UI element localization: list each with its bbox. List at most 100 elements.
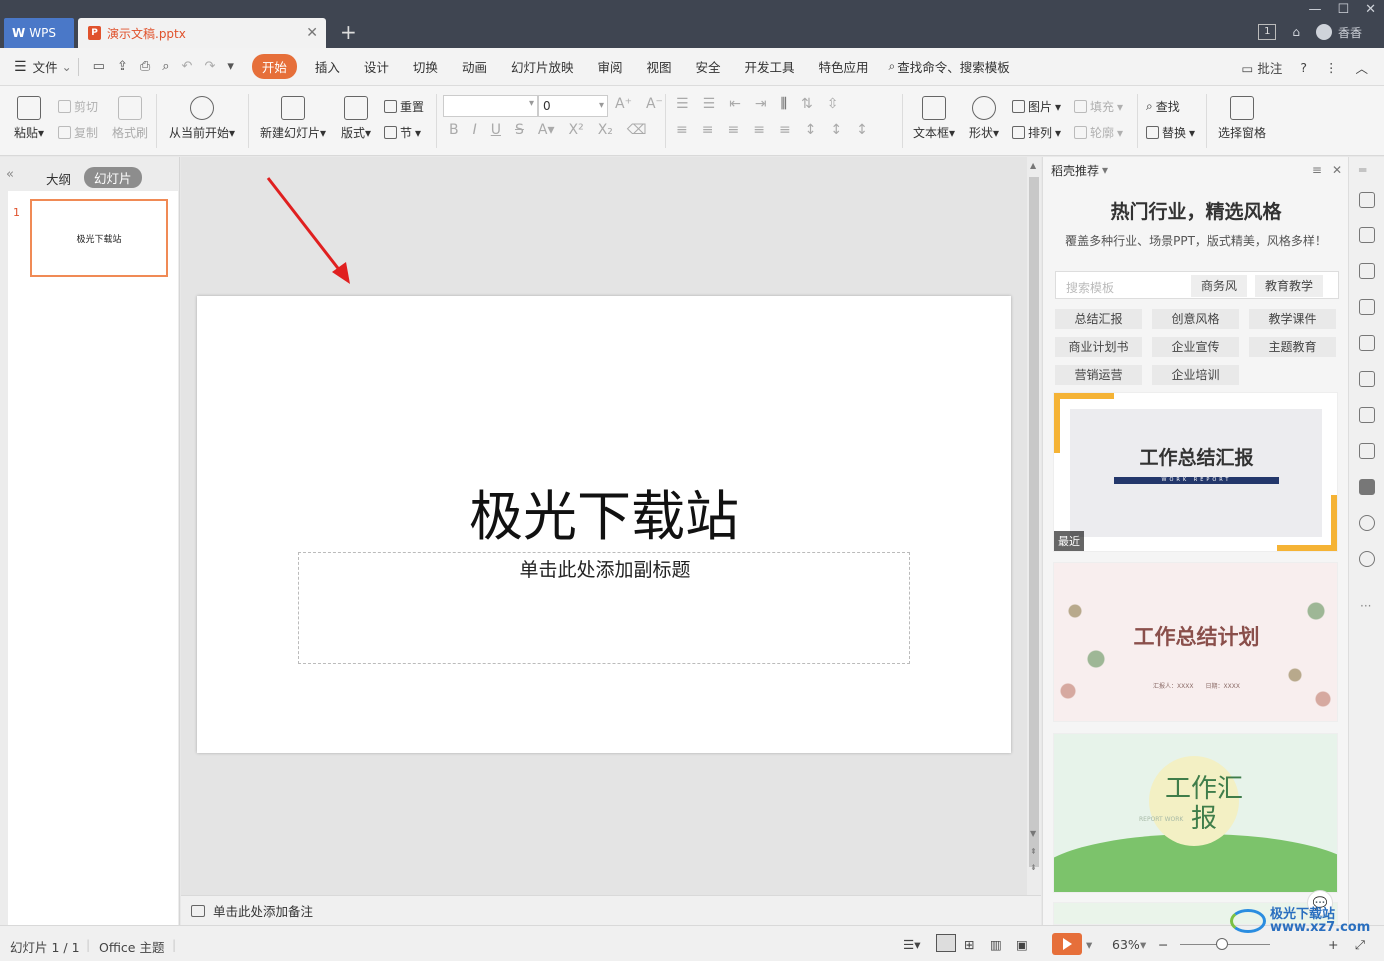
tab-view[interactable]: 视图 [634, 53, 683, 80]
scroll-up-icon[interactable]: ▲ [1030, 161, 1036, 170]
user-name[interactable]: 香香 [1338, 24, 1362, 41]
line-spacing-icon[interactable]: ↕ [805, 122, 817, 138]
increase-indent-icon[interactable]: ⇥ [755, 96, 767, 112]
tab-developer[interactable]: 开发工具 [733, 53, 807, 80]
redo-icon[interactable]: ↷ [204, 59, 215, 74]
next-slide-icon[interactable]: ⇟ [1030, 863, 1037, 872]
align-center-icon[interactable]: ≡ [702, 122, 714, 138]
tag-item[interactable]: 商业计划书 [1055, 337, 1142, 357]
shrink-font-icon[interactable]: A⁻ [646, 96, 663, 112]
minimize-icon[interactable]: — [1308, 2, 1321, 17]
subtitle-placeholder[interactable]: 单击此处添加副标题 [298, 552, 910, 664]
font-color-icon[interactable]: A▾ [538, 122, 555, 138]
template-search-input[interactable]: 搜索模板 商务风 教育教学 [1055, 271, 1339, 299]
arrange-button[interactable]: 排列 ▾ [1012, 124, 1061, 141]
customize-icon[interactable]: ▾ [227, 59, 234, 74]
decrease-indent-icon[interactable]: ⇤ [729, 96, 741, 112]
shapes-icon[interactable] [1359, 263, 1375, 279]
tab-insert[interactable]: 插入 [303, 53, 352, 80]
paste-button[interactable]: 粘贴▾ [12, 96, 46, 141]
slide-title[interactable]: 极光下载站 [197, 472, 1011, 551]
hamburger-icon[interactable]: ☰ [14, 59, 27, 75]
tag-item[interactable]: 主题教育 [1249, 337, 1336, 357]
superscript-icon[interactable]: X² [569, 122, 584, 138]
normal-view-icon[interactable] [936, 934, 956, 952]
template-card[interactable]: 工作汇报 REPORT WORK [1053, 733, 1338, 893]
audio-icon[interactable] [1359, 443, 1375, 459]
justify-icon[interactable]: ≡ [753, 122, 765, 138]
zoom-slider-handle[interactable] [1216, 938, 1228, 950]
zoom-out-icon[interactable]: − [1158, 937, 1168, 952]
file-menu[interactable]: 文件 [33, 57, 58, 76]
find-button[interactable]: ⌕ 查找 [1146, 98, 1180, 115]
chevron-down-icon[interactable]: ▾ [1140, 937, 1146, 952]
adjust-icon[interactable] [1359, 335, 1375, 351]
template-card[interactable]: 工作总结汇报 WORK REPORT 最近 [1053, 392, 1338, 552]
italic-icon[interactable]: I [473, 122, 477, 138]
tag-item[interactable]: 企业培训 [1152, 365, 1239, 385]
font-size-select[interactable]: 0 ▾ [538, 95, 608, 117]
prev-slide-icon[interactable]: ⇞ [1030, 847, 1037, 856]
image-search-icon[interactable] [1359, 371, 1375, 387]
fill-button[interactable]: 填充 ▾ [1074, 98, 1123, 115]
zoom-level[interactable]: 63% [1112, 937, 1140, 952]
paragraph-settings-icon[interactable]: ↕ [856, 122, 868, 138]
window-count-badge[interactable]: 1 [1258, 24, 1277, 40]
history-icon[interactable] [1359, 515, 1375, 531]
font-family-select[interactable]: ▾ [443, 95, 538, 117]
paragraph-spacing-icon[interactable]: ↕ [830, 122, 842, 138]
close-tab-icon[interactable]: ✕ [306, 25, 318, 41]
textbox-button[interactable]: 文本框▾ [910, 96, 958, 141]
more-icon[interactable]: ⋮ [1325, 60, 1338, 75]
shape-button[interactable]: 形状▾ [966, 96, 1002, 141]
tab-outline[interactable]: 大纲 [46, 169, 71, 188]
tag-item[interactable]: 营销运营 [1055, 365, 1142, 385]
replace-button[interactable]: 替换 ▾ [1146, 124, 1195, 141]
more-icon[interactable]: ··· [1360, 599, 1371, 613]
reset-button[interactable]: 重置 [384, 98, 424, 115]
subscript-icon[interactable]: X₂ [598, 122, 613, 138]
star-icon[interactable] [1359, 192, 1375, 208]
slide-thumbnail[interactable]: 极光下载站 [30, 199, 168, 277]
template-icon[interactable] [1359, 227, 1375, 243]
outline-button[interactable]: 轮廓 ▾ [1074, 124, 1123, 141]
avatar[interactable] [1315, 24, 1332, 40]
close-panel-icon[interactable]: ✕ [1332, 163, 1342, 177]
thumbnail-list[interactable] [8, 191, 178, 925]
close-window-icon[interactable]: ✕ [1365, 2, 1376, 17]
command-search[interactable]: 查找命令、搜索模板 [897, 57, 1010, 76]
document-tab[interactable]: P 演示文稿.pptx ✕ [78, 18, 326, 48]
panel-menu-icon[interactable]: ≡ [1312, 163, 1322, 177]
chevron-down-icon[interactable]: ▾ [1102, 163, 1108, 177]
bold-icon[interactable]: B [449, 122, 459, 138]
help-icon[interactable]: ? [1300, 60, 1307, 75]
collapse-ribbon-icon[interactable]: ︿ [1355, 58, 1368, 77]
shield-icon[interactable] [1359, 479, 1375, 495]
comment-button[interactable]: ▭ 批注 [1242, 58, 1283, 77]
tab-security[interactable]: 安全 [684, 53, 733, 80]
scrollbar-thumb[interactable] [1029, 177, 1039, 867]
tab-slides[interactable]: 幻灯片 [84, 167, 142, 188]
distribute-icon[interactable]: ≡ [779, 122, 791, 138]
tab-design[interactable]: 设计 [352, 53, 401, 80]
vertical-scrollbar[interactable]: ▲ ▼ ⇞ ⇟ [1027, 157, 1041, 895]
align-text-icon[interactable]: ⇳ [827, 96, 839, 112]
notes-toggle-icon[interactable]: ☰▾ [903, 937, 920, 952]
chip-education[interactable]: 教育教学 [1255, 275, 1324, 297]
fit-window-icon[interactable]: ⤢ [1355, 937, 1365, 953]
tab-review[interactable]: 审阅 [585, 53, 634, 80]
align-right-icon[interactable]: ≡ [727, 122, 739, 138]
undo-icon[interactable]: ↶ [182, 59, 193, 74]
collapse-panel-icon[interactable]: « [6, 167, 14, 182]
selection-pane-button[interactable]: 选择窗格 [1214, 96, 1270, 141]
format-painter-button[interactable]: 格式刷 [110, 96, 150, 141]
chevron-down-icon[interactable]: ▾ [1086, 937, 1092, 952]
theme-name[interactable]: Office 主题 [99, 937, 164, 956]
bullet-list-icon[interactable]: ☰ [676, 96, 689, 112]
cut-button[interactable]: 剪切 [58, 98, 98, 115]
underline-icon[interactable]: U [491, 122, 501, 138]
play-from-current-button[interactable]: 从当前开始▾ [166, 96, 238, 141]
sidebar-collapse-icon[interactable]: ═ [1359, 163, 1366, 177]
section-button[interactable]: 节 ▾ [384, 124, 421, 141]
play-slideshow-button[interactable] [1052, 933, 1082, 955]
